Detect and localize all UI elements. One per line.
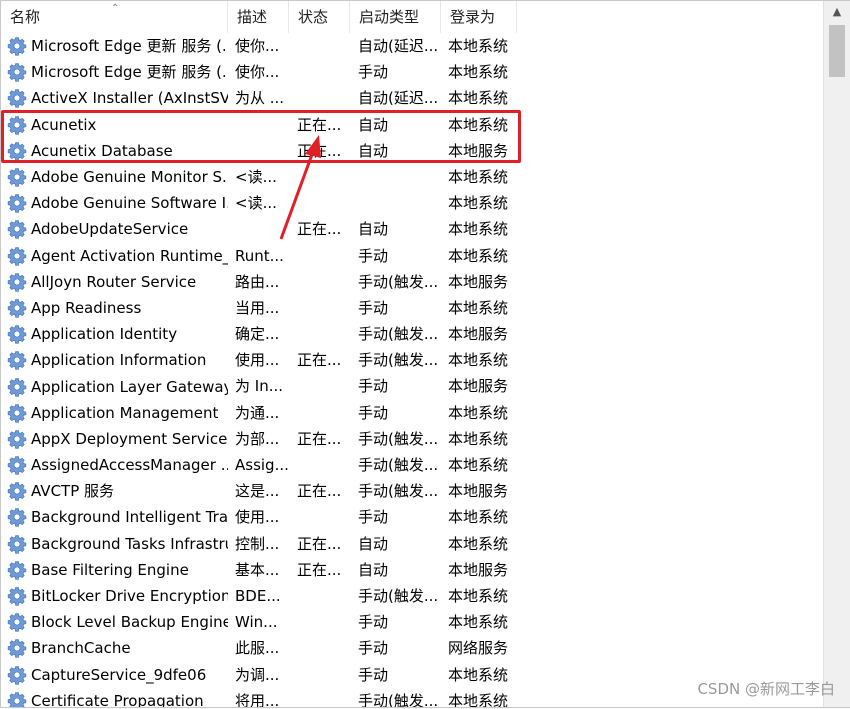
annotation-arrow: [279, 135, 321, 240]
watermark: CSDN @新网工李白: [697, 680, 835, 698]
services-window: 名称 ⌃ 描述 状态 启动类型 登录为 Microsoft Edge 更新 服务…: [0, 0, 850, 708]
